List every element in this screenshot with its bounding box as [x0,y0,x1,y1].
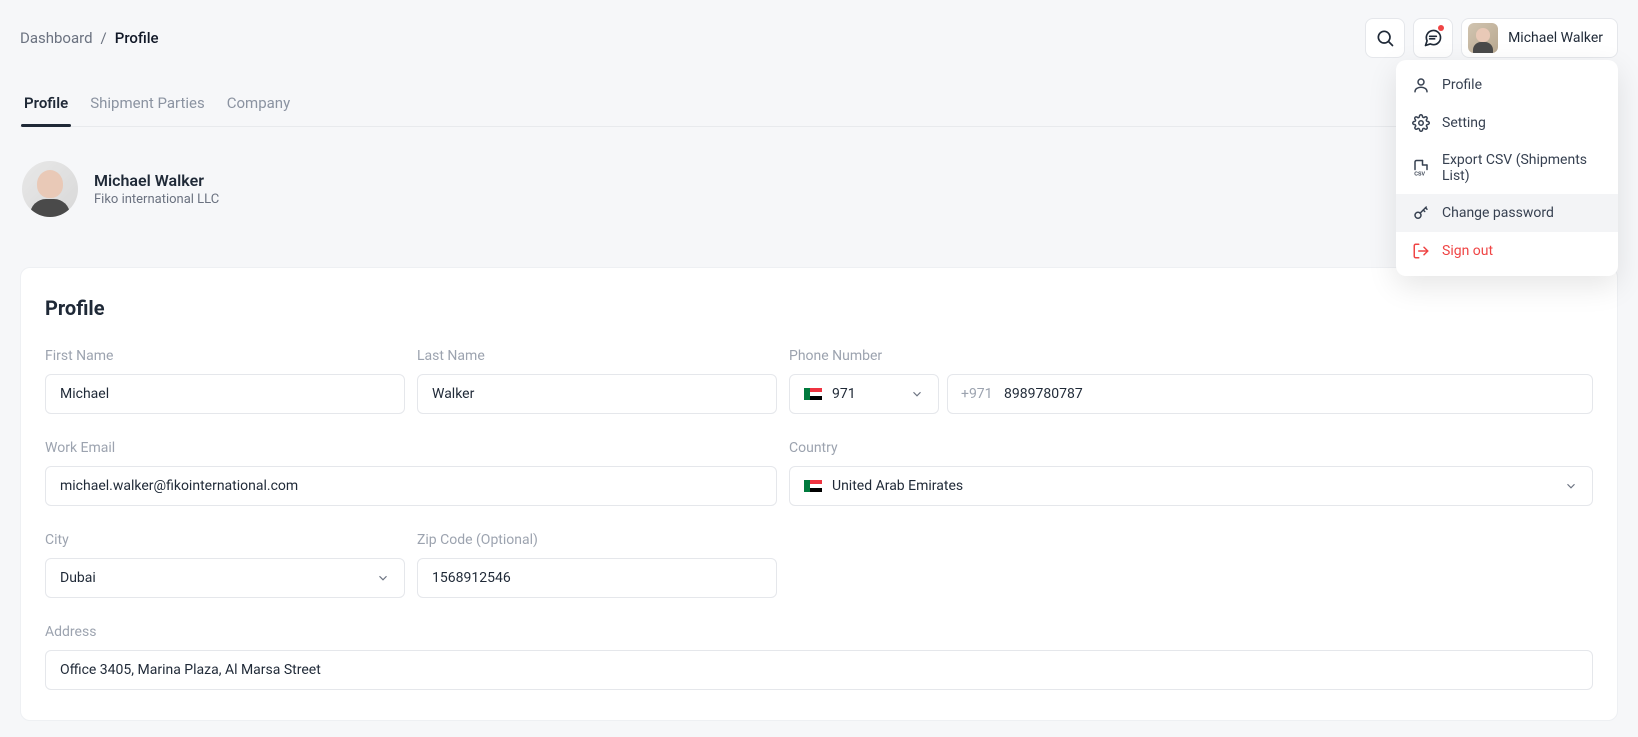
work-email-input[interactable] [45,466,777,506]
tabs: Profile Shipment Parties Company [20,94,1618,127]
phone-number-label: Phone Number [789,348,1593,364]
uae-flag-icon [804,388,822,400]
breadcrumb-separator: / [101,29,107,47]
notification-dot [1438,25,1444,31]
user-icon [1412,76,1430,94]
profile-company: Fiko international LLC [94,192,219,207]
country-label: Country [789,440,1593,456]
messages-icon [1423,28,1443,48]
tab-shipment-parties[interactable]: Shipment Parties [90,94,205,126]
key-icon [1412,204,1430,222]
work-email-label: Work Email [45,440,777,456]
phone-number-input[interactable] [947,374,1593,414]
profile-avatar [22,161,78,217]
dropdown-sign-out-label: Sign out [1442,243,1493,259]
phone-code-value: 971 [832,386,856,402]
svg-text:CSV: CSV [1414,172,1425,178]
chevron-down-icon [376,571,390,585]
city-value: Dubai [60,570,96,586]
first-name-input[interactable] [45,374,405,414]
form-title: Profile [45,296,1593,320]
dropdown-setting[interactable]: Setting [1396,104,1618,142]
dropdown-export-csv[interactable]: CSV Export CSV (Shipments List) [1396,142,1618,194]
breadcrumb-root[interactable]: Dashboard [20,29,93,47]
file-csv-icon: CSV [1412,159,1430,177]
city-select[interactable]: Dubai [45,558,405,598]
user-menu-trigger[interactable]: Michael Walker [1461,18,1618,58]
first-name-label: First Name [45,348,405,364]
sign-out-icon [1412,242,1430,260]
dropdown-change-password-label: Change password [1442,205,1554,221]
dropdown-setting-label: Setting [1442,115,1486,131]
search-icon [1375,28,1395,48]
zip-code-label: Zip Code (Optional) [417,532,777,548]
breadcrumb-current: Profile [115,29,159,47]
user-dropdown-menu: Profile Setting CSV Export CSV (Shipment… [1396,60,1618,276]
country-value: United Arab Emirates [832,478,963,494]
chevron-down-icon [1564,479,1578,493]
phone-code-select[interactable]: 971 [789,374,939,414]
chevron-down-icon [910,387,924,401]
address-input[interactable] [45,650,1593,690]
dropdown-change-password[interactable]: Change password [1396,194,1618,232]
search-button[interactable] [1365,18,1405,58]
last-name-label: Last Name [417,348,777,364]
user-name-label: Michael Walker [1508,30,1603,46]
tab-company[interactable]: Company [227,94,290,126]
messages-button[interactable] [1413,18,1453,58]
city-label: City [45,532,405,548]
tab-profile[interactable]: Profile [24,94,68,126]
uae-flag-icon [804,480,822,492]
profile-name: Michael Walker [94,171,219,190]
address-label: Address [45,624,1593,640]
avatar [1468,23,1498,53]
breadcrumb: Dashboard / Profile [20,29,159,47]
zip-code-input[interactable] [417,558,777,598]
dropdown-sign-out[interactable]: Sign out [1396,232,1618,270]
gear-icon [1412,114,1430,132]
dropdown-profile[interactable]: Profile [1396,66,1618,104]
dropdown-profile-label: Profile [1442,77,1482,93]
country-select[interactable]: United Arab Emirates [789,466,1593,506]
last-name-input[interactable] [417,374,777,414]
dropdown-export-csv-label: Export CSV (Shipments List) [1442,152,1602,184]
